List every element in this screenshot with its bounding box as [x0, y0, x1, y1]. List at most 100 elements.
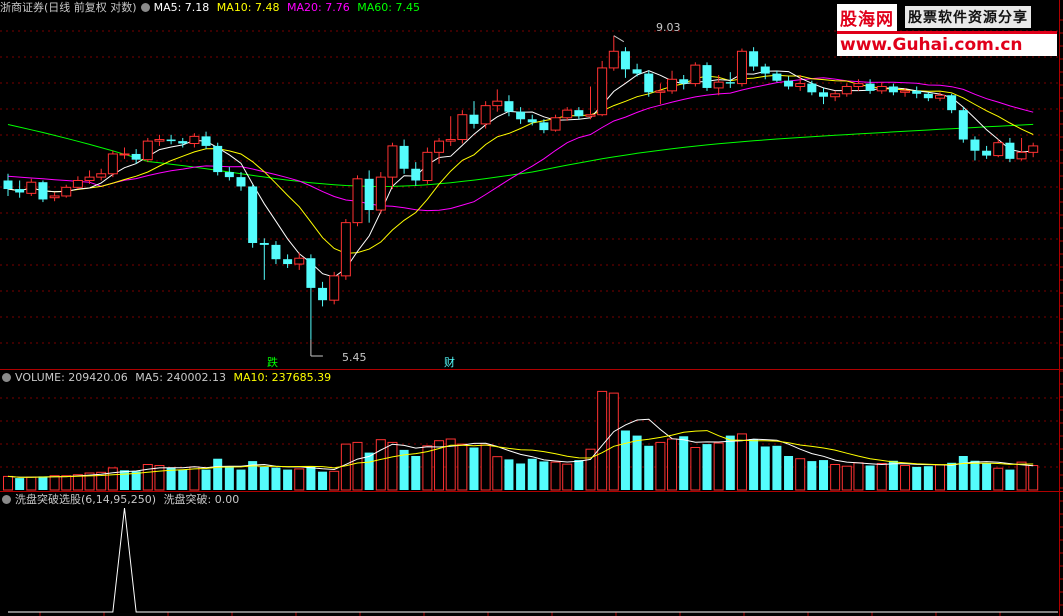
candle-body [61, 186, 72, 197]
price-panel-header: 浙商证券(日线 前复权 对数) MA5: 7.18 MA10: 7.48 MA20… [0, 0, 424, 16]
volume-bar [597, 390, 608, 491]
candle-body [900, 90, 911, 93]
candle-body [1028, 145, 1039, 153]
candle-body [970, 139, 980, 151]
settings-circle-icon[interactable] [140, 3, 150, 12]
volume-bar [457, 443, 468, 491]
candle-body [248, 186, 258, 243]
candle-body [574, 110, 584, 117]
candle-body [201, 136, 211, 146]
volume-bar [574, 460, 584, 490]
candle-body [306, 258, 316, 288]
volume-bar [294, 468, 305, 491]
candle-body [958, 110, 968, 140]
indicator-title: 洗盘突破选股(6,14,95,250) [15, 493, 157, 506]
candle-body [166, 139, 176, 142]
stock-title[interactable]: 浙商证券(日线 前复权 对数) [0, 1, 137, 14]
candle-body [819, 92, 828, 97]
candle-body [865, 83, 875, 91]
volume-bar [725, 435, 735, 490]
volume-bar [375, 439, 386, 491]
candle-body [364, 178, 374, 211]
volume-bar [340, 443, 351, 491]
candle-body [749, 51, 759, 67]
volume-bar [364, 452, 374, 490]
volume-bar [387, 441, 398, 491]
candle-body [655, 90, 666, 93]
candle-body [632, 69, 642, 74]
volume-bar [3, 475, 13, 491]
candle-body [445, 139, 456, 142]
ma60-value: MA60: 7.45 [357, 1, 420, 14]
indicator-value: 洗盘突破: 0.00 [163, 493, 240, 506]
candle-body [597, 67, 608, 116]
candle-body [725, 82, 735, 84]
candle-body [539, 122, 549, 131]
volume-bar [608, 392, 619, 491]
candle-body [679, 79, 689, 84]
candle-body [26, 181, 37, 194]
ma5-value: MA5: 7.18 [153, 1, 210, 14]
candle-body [550, 117, 561, 131]
candle-body [434, 140, 445, 153]
candle-body [213, 145, 223, 173]
candle-body [72, 180, 83, 188]
candle-body [912, 90, 922, 94]
volume-bar [318, 471, 328, 490]
volume-bar [807, 461, 817, 490]
volume-bar [620, 430, 630, 490]
volume-bar [841, 465, 852, 491]
candle-body [993, 142, 1004, 157]
volume-bar [142, 464, 153, 491]
volume-bar [644, 445, 654, 490]
stock-chart[interactable] [0, 0, 1063, 616]
volume-ma10-value: MA10: 237685.39 [233, 371, 332, 384]
candle-body [492, 100, 503, 107]
ma60-line [7, 123, 1034, 188]
volume-ma5-value: MA5: 240002.13 [135, 371, 226, 384]
volume-bar [655, 441, 666, 491]
candle-body [853, 83, 864, 87]
volume-bar [516, 463, 526, 490]
volume-bar [306, 466, 316, 490]
candle-body [329, 275, 340, 301]
volume-bar [1005, 469, 1015, 490]
volume-bar [236, 469, 246, 490]
candle-body [154, 139, 165, 142]
candle-body [142, 140, 153, 161]
candle-body [795, 83, 806, 87]
volume-bar [352, 441, 363, 491]
volume-bar [26, 476, 37, 491]
volume-bar [329, 470, 340, 491]
candle-body [119, 153, 130, 156]
candle-body [271, 244, 281, 260]
volume-value: VOLUME: 209420.06 [15, 371, 128, 384]
indicator-line [8, 507, 1058, 613]
candle-body [387, 145, 398, 178]
volume-bar [772, 445, 782, 490]
candle-body [935, 94, 945, 99]
candle-body [259, 242, 269, 245]
volume-bar [1028, 465, 1039, 491]
volume-bar [947, 462, 957, 490]
ma20-value: MA20: 7.76 [287, 1, 350, 14]
volume-bar [1016, 461, 1027, 491]
settings-circle-icon[interactable] [2, 495, 11, 504]
high-pointer [613, 35, 625, 43]
candle-body [947, 95, 957, 111]
volume-bar [259, 466, 269, 490]
volume-bar [154, 465, 165, 491]
settings-circle-icon[interactable] [2, 373, 11, 382]
candle-body [608, 50, 619, 69]
volume-bar [900, 465, 911, 491]
candle-body [480, 105, 491, 125]
candle-body [224, 172, 234, 178]
candle-body [189, 135, 200, 145]
candle-body [84, 176, 95, 182]
volume-bar [865, 465, 875, 490]
candle-body [1005, 142, 1015, 159]
volume-bar [15, 478, 25, 490]
volume-bar [131, 471, 141, 490]
volume-bar [830, 464, 841, 491]
watermark-logo: 股海网 股票软件资源分享 www.Guhai.com.cn [837, 4, 1057, 56]
